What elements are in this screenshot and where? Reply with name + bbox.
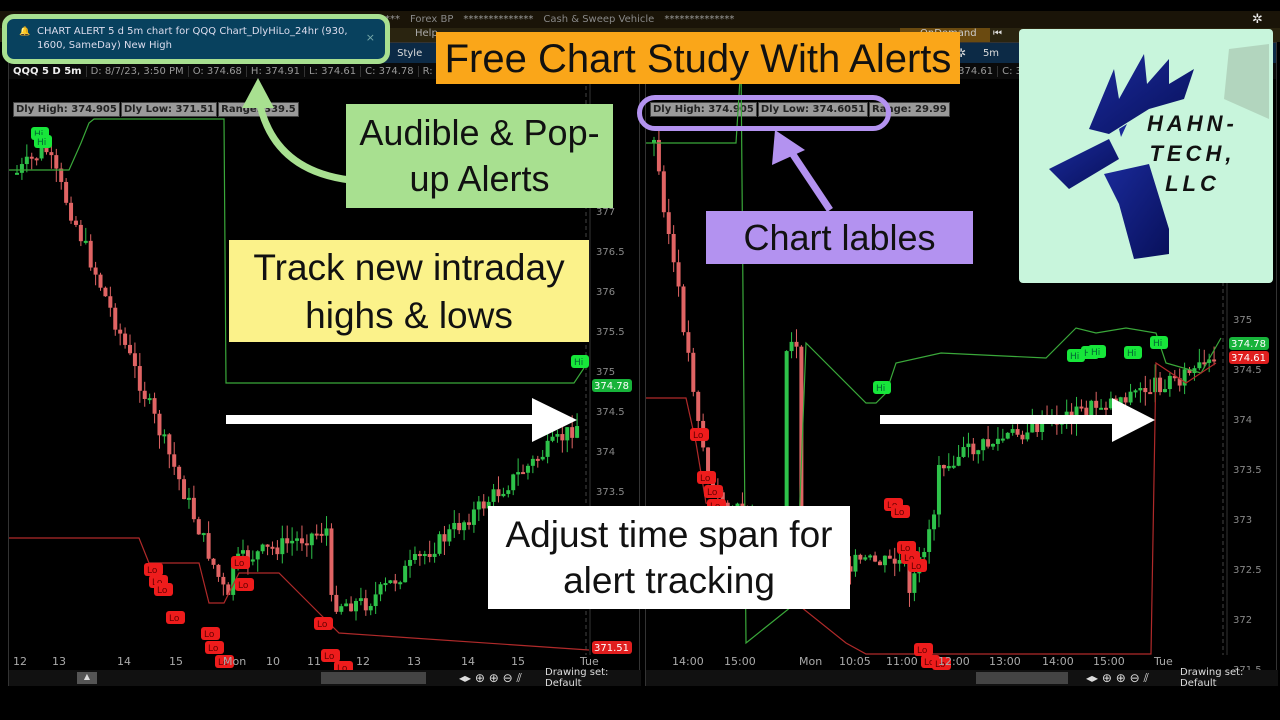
purple-arrow	[787, 148, 833, 212]
logo-text: HAHN- TECH, LLC	[1147, 109, 1238, 199]
audible-alerts-callout: Audible & Pop-up Alerts	[346, 104, 613, 208]
chart-labels-callout: Chart lables	[706, 211, 973, 264]
logo-line3: LLC	[1165, 171, 1220, 196]
logo-line2: TECH,	[1149, 141, 1236, 166]
chart-labels-highlight	[637, 95, 891, 131]
logo-line1: HAHN-	[1147, 111, 1238, 136]
white-arrow-left	[226, 415, 536, 424]
track-highs-lows-callout: Track new intraday highs & lows	[229, 240, 589, 342]
white-arrowhead-left	[532, 398, 577, 442]
white-arrow-right	[880, 415, 1116, 424]
white-arrowhead-right	[1112, 398, 1155, 442]
adjust-time-span-callout: Adjust time span for alert tracking	[488, 506, 850, 609]
hahn-tech-logo: HAHN- TECH, LLC	[1019, 29, 1273, 283]
green-arrowhead	[242, 78, 274, 108]
